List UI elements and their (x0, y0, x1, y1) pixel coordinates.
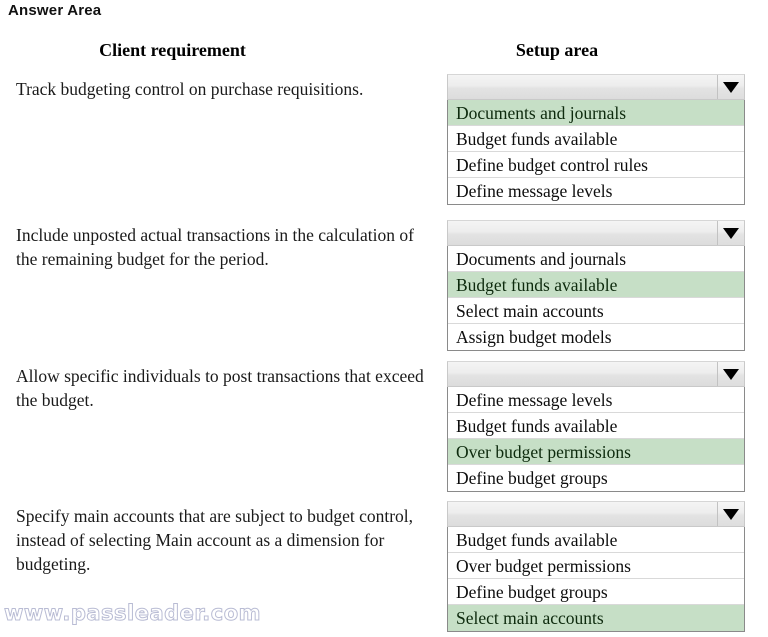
requirement-text: Include unposted actual transactions in … (16, 225, 414, 269)
dropdown-option[interactable]: Define budget groups (448, 465, 744, 491)
dropdown-option[interactable]: Documents and journals (448, 246, 744, 272)
dropdown-option-list: Budget funds available Over budget permi… (447, 527, 745, 632)
dropdown-button[interactable] (447, 220, 745, 246)
dropdown-option[interactable]: Budget funds available (448, 272, 744, 298)
dropdown-option[interactable]: Over budget permissions (448, 439, 744, 465)
dropdown-option[interactable]: Define message levels (448, 178, 744, 204)
dropdown-option[interactable]: Select main accounts (448, 605, 744, 631)
dropdown-arrow-button[interactable] (717, 221, 744, 245)
requirement-text: Allow specific individuals to post trans… (16, 366, 424, 410)
dropdown-option-list: Define message levels Budget funds avail… (447, 387, 745, 492)
column-header-setup-area: Setup area (515, 40, 599, 60)
page-title: Answer Area (8, 2, 102, 19)
setup-area-dropdown[interactable]: Define message levels Budget funds avail… (447, 361, 745, 492)
dropdown-arrow-button[interactable] (717, 75, 744, 99)
dropdown-selected-value (448, 75, 717, 99)
dropdown-option[interactable]: Budget funds available (448, 527, 744, 553)
dropdown-option[interactable]: Define budget control rules (448, 152, 744, 178)
dropdown-button[interactable] (447, 361, 745, 387)
watermark: www.passleader.com (3, 601, 262, 626)
chevron-down-icon (723, 508, 739, 520)
dropdown-option[interactable]: Budget funds available (448, 413, 744, 439)
setup-area-dropdown[interactable]: Documents and journals Budget funds avai… (447, 220, 745, 351)
column-header-client-requirement: Client requirement (99, 40, 246, 60)
chevron-down-icon (723, 368, 739, 380)
dropdown-option[interactable]: Define message levels (448, 387, 744, 413)
dropdown-button[interactable] (447, 74, 745, 100)
setup-area-dropdown[interactable]: Budget funds available Over budget permi… (447, 501, 745, 632)
requirement-text: Specify main accounts that are subject t… (16, 506, 414, 574)
dropdown-option[interactable]: Select main accounts (448, 298, 744, 324)
dropdown-option[interactable]: Define budget groups (448, 579, 744, 605)
dropdown-option-list: Documents and journals Budget funds avai… (447, 246, 745, 351)
dropdown-option-list: Documents and journals Budget funds avai… (447, 100, 745, 205)
dropdown-arrow-button[interactable] (717, 362, 744, 386)
dropdown-option[interactable]: Documents and journals (448, 100, 744, 126)
dropdown-option[interactable]: Budget funds available (448, 126, 744, 152)
chevron-down-icon (723, 227, 739, 239)
requirement-text: Track budgeting control on purchase requ… (16, 79, 364, 99)
setup-area-dropdown[interactable]: Documents and journals Budget funds avai… (447, 74, 745, 205)
dropdown-selected-value (448, 502, 717, 526)
dropdown-selected-value (448, 362, 717, 386)
dropdown-button[interactable] (447, 501, 745, 527)
dropdown-option[interactable]: Over budget permissions (448, 553, 744, 579)
dropdown-arrow-button[interactable] (717, 502, 744, 526)
chevron-down-icon (723, 81, 739, 93)
dropdown-option[interactable]: Assign budget models (448, 324, 744, 350)
dropdown-selected-value (448, 221, 717, 245)
